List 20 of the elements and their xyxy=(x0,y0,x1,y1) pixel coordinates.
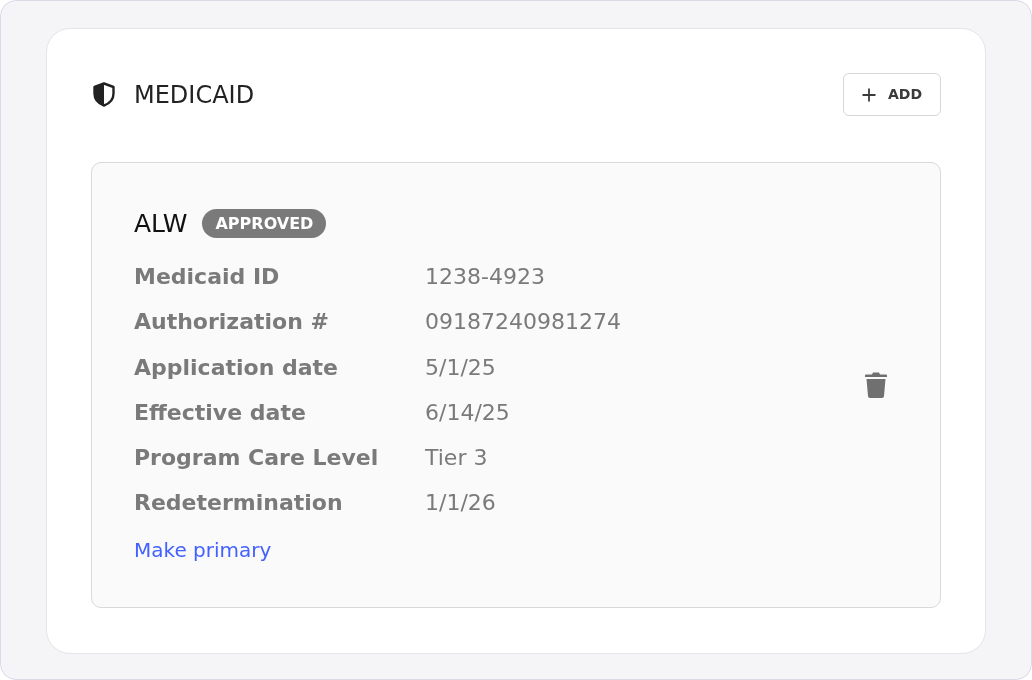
shield-icon xyxy=(92,82,116,107)
make-primary-link[interactable]: Make primary xyxy=(134,535,272,564)
field-label: Medicaid ID xyxy=(134,263,281,291)
add-button[interactable]: ADD xyxy=(843,73,941,116)
field-label: Program Care Level xyxy=(134,444,380,473)
field-label: Effective date xyxy=(134,398,307,427)
status-badge: APPROVED xyxy=(202,209,327,238)
field-label: Application date xyxy=(134,353,339,382)
field-value: 1238-4923 xyxy=(425,263,546,291)
field-value: Tier 3 xyxy=(425,444,489,473)
field-label: Authorization # xyxy=(134,308,330,337)
field-value: 09187240981274 xyxy=(425,308,621,337)
section-title: MEDICAID xyxy=(134,79,255,110)
trash-icon[interactable] xyxy=(865,372,887,398)
field-value: 5/1/25 xyxy=(425,353,497,382)
plus-icon xyxy=(861,87,876,102)
field-value: 1/1/26 xyxy=(425,489,497,518)
field-value: 6/14/25 xyxy=(425,398,511,427)
field-label: Redetermination xyxy=(134,489,344,518)
program-name: ALW xyxy=(134,208,188,239)
